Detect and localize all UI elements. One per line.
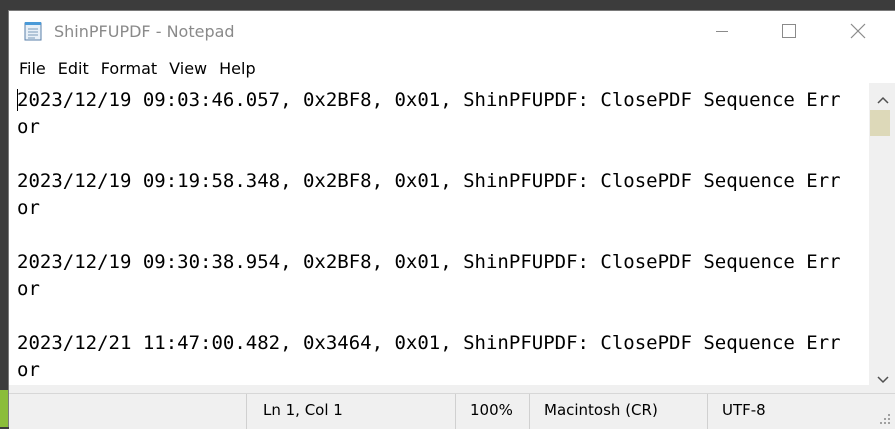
menu-help[interactable]: Help <box>213 57 261 81</box>
status-encoding: UTF-8 <box>707 394 877 429</box>
menu-bar: File Edit Format View Help <box>9 57 895 81</box>
status-bar: Ln 1, Col 1 100% Macintosh (CR) UTF-8 <box>9 393 895 429</box>
chevron-up-icon <box>876 96 889 104</box>
window-title: ShinPFUPDF - Notepad <box>54 22 235 41</box>
status-line-ending: Macintosh (CR) <box>529 394 707 429</box>
notepad-window: ShinPFUPDF - Notepad File Edit Format Vi… <box>8 10 895 429</box>
close-button[interactable] <box>835 11 881 51</box>
close-icon <box>850 23 866 39</box>
menu-file[interactable]: File <box>9 57 52 81</box>
minimize-button[interactable] <box>699 11 745 51</box>
text-caret <box>17 89 18 111</box>
menu-edit[interactable]: Edit <box>52 57 95 81</box>
minimize-icon <box>716 31 728 32</box>
menu-format[interactable]: Format <box>95 57 163 81</box>
vertical-scrollbar[interactable] <box>869 83 895 393</box>
resize-grip-icon[interactable] <box>879 413 891 425</box>
scroll-down-button[interactable] <box>869 369 895 391</box>
notepad-icon <box>24 22 42 41</box>
menu-view[interactable]: View <box>163 57 213 81</box>
maximize-button[interactable] <box>766 11 812 51</box>
status-cursor-position: Ln 1, Col 1 <box>246 394 455 429</box>
maximize-icon <box>782 24 796 38</box>
chevron-down-icon <box>876 376 889 384</box>
editor-content[interactable]: 2023/12/19 09:03:46.057, 0x2BF8, 0x01, S… <box>9 83 852 384</box>
text-editor[interactable]: 2023/12/19 09:03:46.057, 0x2BF8, 0x01, S… <box>9 83 869 385</box>
horizontal-scrollbar[interactable] <box>9 385 869 393</box>
scroll-up-button[interactable] <box>869 89 895 111</box>
title-bar[interactable]: ShinPFUPDF - Notepad <box>9 11 895 51</box>
scroll-thumb[interactable] <box>870 110 890 136</box>
status-zoom: 100% <box>455 394 537 429</box>
